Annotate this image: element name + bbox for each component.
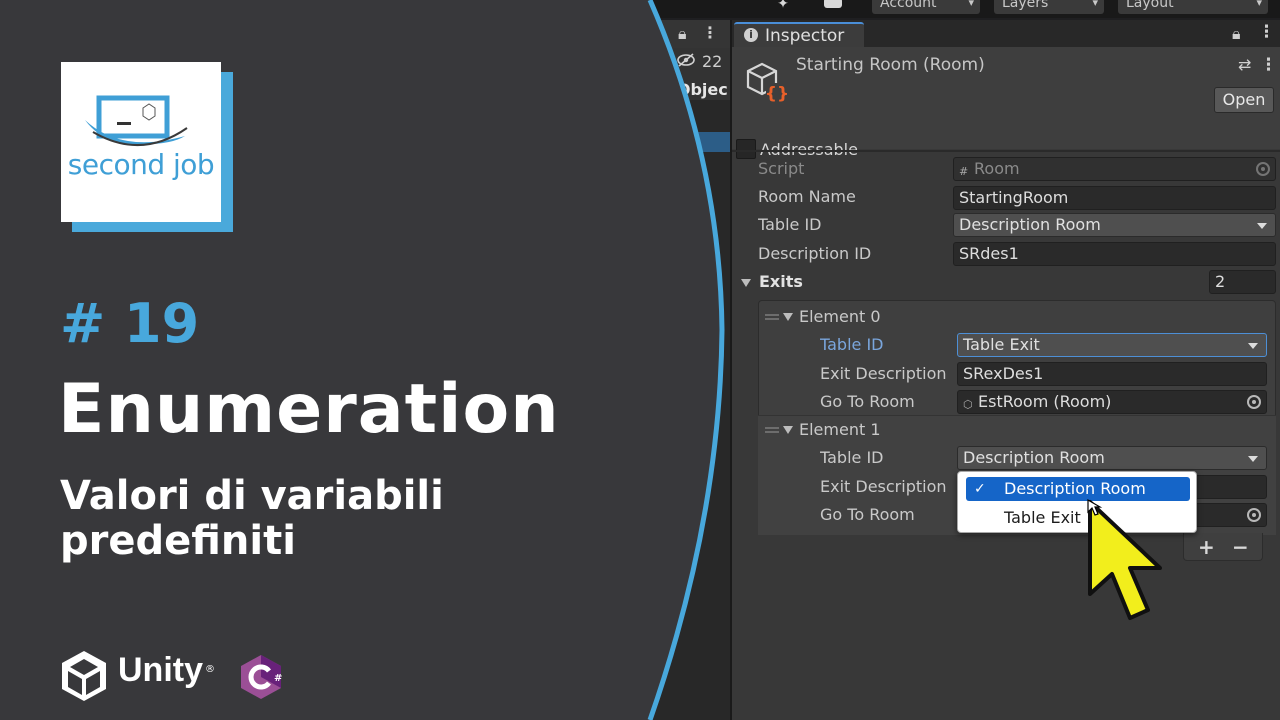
element-0-goto-value: EstRoom (Room) — [978, 392, 1112, 411]
element-1-goto-label: Go To Room — [820, 505, 915, 524]
object-picker-icon — [1256, 162, 1270, 176]
add-element-button[interactable]: + — [1198, 535, 1215, 559]
trademark-icon: ® — [205, 664, 215, 675]
lock-icon[interactable]: 🔒︎ — [1232, 24, 1241, 44]
script-label: Script — [758, 159, 805, 178]
subtitle: Valori di variabili predefiniti — [60, 473, 444, 564]
object-picker-icon[interactable] — [1247, 395, 1261, 409]
second-job-logo: second job — [61, 62, 221, 222]
info-icon: i — [744, 28, 758, 42]
asset-header: {} Starting Room (Room) ⇄ ⋮ Open Address… — [732, 47, 1280, 159]
room-name-input[interactable]: StartingRoom — [953, 186, 1276, 210]
element-1-foldout-icon[interactable] — [783, 426, 793, 434]
more-options-icon[interactable]: ⋮ — [1258, 22, 1275, 42]
open-button[interactable]: Open — [1214, 87, 1274, 113]
scriptable-object-icon: {} — [746, 62, 789, 104]
layout-dropdown[interactable]: Layout ▾ — [1118, 0, 1268, 14]
description-id-label: Description ID — [758, 244, 872, 263]
element-0-foldout-icon[interactable] — [783, 313, 793, 321]
drag-handle-icon[interactable] — [765, 427, 779, 433]
page-title: Enumeration — [58, 370, 560, 449]
script-icon: # — [959, 165, 969, 178]
chevron-down-icon: ▾ — [1092, 0, 1098, 9]
exits-label[interactable]: Exits — [759, 272, 803, 291]
tab-inspector-label: Inspector — [765, 26, 845, 46]
exits-foldout-icon[interactable] — [741, 279, 751, 287]
checkmark-icon: ✓ — [974, 481, 986, 497]
element-0-header[interactable]: Element 0 — [799, 307, 881, 326]
svg-text:#: # — [274, 673, 282, 684]
chevron-down-icon: ▾ — [1256, 0, 1262, 9]
object-picker-icon[interactable] — [1247, 508, 1261, 522]
drag-handle-icon[interactable] — [765, 314, 779, 320]
table-id-label: Table ID — [758, 215, 822, 234]
scriptable-object-icon: ⬡ — [963, 398, 973, 411]
asset-title: Starting Room (Room) — [796, 55, 985, 75]
exits-size-input[interactable]: 2 — [1209, 270, 1276, 294]
option-label: Description Room — [1004, 479, 1146, 498]
csharp-logo-icon: # — [241, 655, 282, 699]
header-separator — [732, 150, 1280, 152]
account-label: Account — [880, 0, 937, 11]
layers-label: Layers — [1002, 0, 1049, 11]
dropdown-arrow-icon — [1257, 223, 1267, 229]
dropdown-arrow-icon — [1248, 456, 1258, 462]
table-id-dropdown[interactable]: Description Room — [953, 213, 1276, 237]
laptop-logo-icon — [85, 95, 188, 147]
tab-inspector[interactable]: i Inspector — [734, 22, 864, 47]
remove-element-button[interactable]: − — [1232, 535, 1249, 559]
element-1-table-id-value: Description Room — [963, 448, 1105, 467]
more-options-icon[interactable]: ⋮ — [1260, 55, 1277, 75]
element-0-exit-desc-input[interactable]: SRexDes1 — [957, 362, 1267, 386]
element-1-header[interactable]: Element 1 — [799, 420, 881, 439]
unity-wordmark: Unity — [118, 651, 203, 689]
chevron-down-icon: ▾ — [968, 0, 974, 9]
element-1-table-id-dropdown[interactable]: Description Room — [957, 446, 1267, 470]
svg-text:{}: {} — [765, 84, 789, 104]
element-0-table-id-label: Table ID — [820, 335, 884, 354]
element-0-exit-desc-label: Exit Description I — [820, 364, 952, 383]
cloud-icon[interactable] — [824, 0, 842, 8]
episode-number: # 19 — [60, 292, 200, 355]
preset-icon[interactable]: ⇄ — [1238, 55, 1251, 74]
layers-dropdown[interactable]: Layers ▾ — [994, 0, 1104, 14]
element-0-goto-label: Go To Room — [820, 392, 915, 411]
layout-label: Layout — [1126, 0, 1174, 11]
account-dropdown[interactable]: Account ▾ — [872, 0, 980, 14]
element-0-table-id-dropdown[interactable]: Table Exit — [957, 333, 1267, 357]
collab-icon[interactable]: ✦ — [772, 0, 794, 12]
room-name-label: Room Name — [758, 187, 856, 206]
table-id-value: Description Room — [959, 215, 1101, 234]
script-value: Room — [974, 159, 1020, 178]
element-0-table-id-value: Table Exit — [963, 335, 1040, 354]
mouse-pointer-icon — [1087, 498, 1162, 620]
element-1-table-id-label: Table ID — [820, 448, 884, 467]
script-field: # Room — [953, 157, 1276, 181]
description-id-input[interactable]: SRdes1 — [953, 242, 1276, 266]
title-card: second job # 19 Enumeration Valori di va… — [0, 0, 720, 720]
option-label: Table Exit — [1004, 508, 1081, 527]
element-0-goto-field[interactable]: ⬡ EstRoom (Room) — [957, 390, 1267, 414]
dropdown-arrow-icon — [1248, 343, 1258, 349]
inspector-tabbar: i Inspector 🔒︎ ⋮ — [732, 20, 1280, 47]
element-1-exit-desc-label: Exit Description I — [820, 477, 952, 496]
unity-logo-icon — [62, 651, 106, 701]
logo-text: second job — [67, 148, 215, 181]
list-footer: + − — [1183, 533, 1263, 561]
